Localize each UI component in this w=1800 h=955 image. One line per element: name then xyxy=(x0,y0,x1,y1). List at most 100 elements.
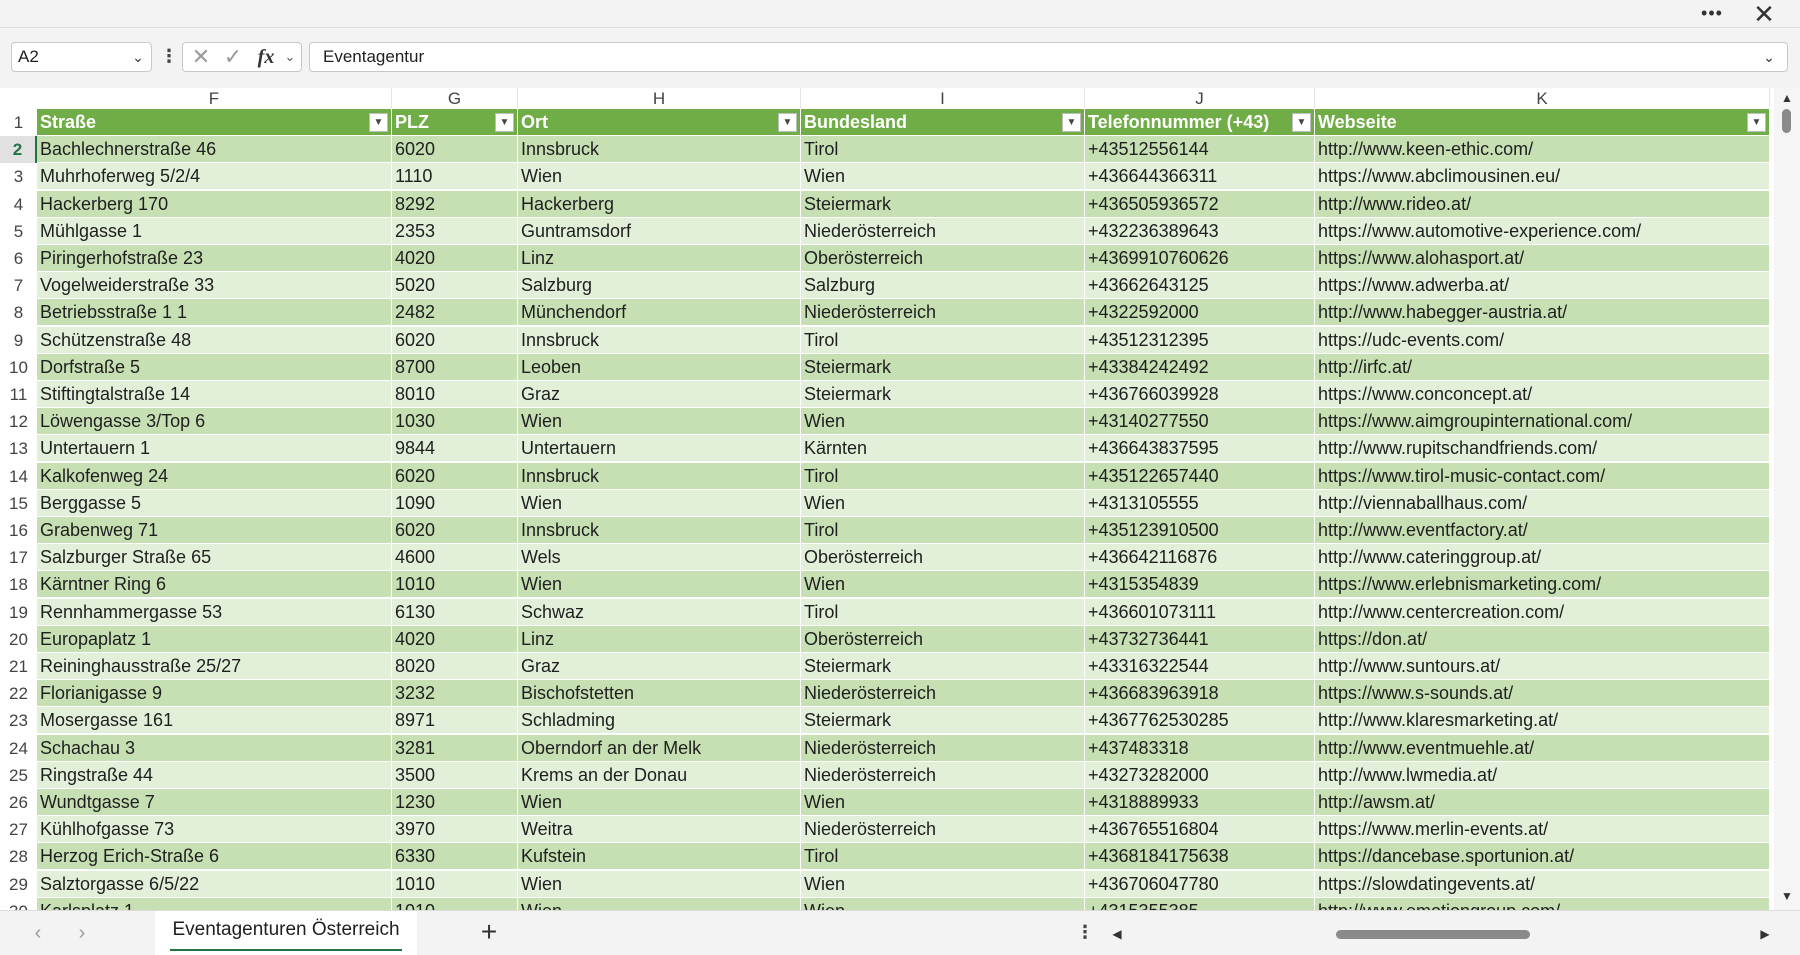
row-number[interactable]: 6 xyxy=(0,245,37,272)
table-cell[interactable]: 8700 xyxy=(392,353,518,381)
table-cell[interactable]: Stiftingtalstraße 14 xyxy=(37,381,392,408)
scroll-up-icon[interactable]: ▲ xyxy=(1778,90,1796,106)
row-number[interactable]: 3 xyxy=(0,163,37,191)
row-number[interactable]: 4 xyxy=(0,190,37,218)
table-cell[interactable]: Wien xyxy=(801,489,1085,517)
table-cell[interactable]: https://udc-events.com/ xyxy=(1315,326,1770,354)
table-cell[interactable]: Guntramsdorf xyxy=(518,217,801,245)
table-cell[interactable]: Tirol xyxy=(801,598,1085,626)
table-header-cell[interactable]: Ort ▼ xyxy=(518,109,801,136)
table-cell[interactable]: Hackerberg xyxy=(518,190,801,218)
table-cell[interactable]: Niederösterreich xyxy=(801,816,1085,844)
table-cell[interactable]: Linz xyxy=(518,625,801,653)
table-cell[interactable]: +437483318 xyxy=(1085,734,1315,762)
table-cell[interactable]: https://www.aimgroupinternational.com/ xyxy=(1315,408,1770,436)
table-cell[interactable]: 1230 xyxy=(392,789,518,816)
table-cell[interactable]: Oberösterreich xyxy=(801,544,1085,572)
table-cell[interactable]: +435122657440 xyxy=(1085,462,1315,490)
table-cell[interactable]: Bachlechnerstraße 46 xyxy=(37,136,392,164)
vertical-scroll-thumb[interactable] xyxy=(1782,109,1791,133)
table-cell[interactable]: http://www.centercreation.com/ xyxy=(1315,598,1770,626)
table-cell[interactable]: https://www.adwerba.at/ xyxy=(1315,272,1770,300)
horizontal-scrollbar[interactable]: ◀ ▶ xyxy=(1108,921,1776,947)
row-number[interactable]: 1 xyxy=(0,109,37,136)
table-cell[interactable]: https://www.automotive-experience.com/ xyxy=(1315,217,1770,245)
table-cell[interactable]: 4600 xyxy=(392,544,518,572)
filter-dropdown-icon[interactable]: ▼ xyxy=(1062,113,1081,132)
table-cell[interactable]: +436601073111 xyxy=(1085,598,1315,626)
table-cell[interactable]: Mühlgasse 1 xyxy=(37,217,392,245)
table-cell[interactable]: Wels xyxy=(518,544,801,572)
check-icon[interactable]: ✓ xyxy=(220,43,246,71)
table-cell[interactable]: https://slowdatingevents.at/ xyxy=(1315,870,1770,898)
row-number[interactable]: 14 xyxy=(0,462,37,490)
row-number[interactable]: 22 xyxy=(0,680,37,708)
formula-input[interactable]: Eventagentur ⌄ xyxy=(309,42,1788,72)
table-cell[interactable]: +4322592000 xyxy=(1085,299,1315,327)
column-header-j[interactable]: J xyxy=(1085,88,1315,109)
table-cell[interactable]: +43384242492 xyxy=(1085,353,1315,381)
table-cell[interactable]: +436766039928 xyxy=(1085,381,1315,408)
table-cell[interactable]: 2482 xyxy=(392,299,518,327)
table-cell[interactable]: 6020 xyxy=(392,517,518,544)
table-cell[interactable]: Muhrhoferweg 5/2/4 xyxy=(37,163,392,191)
table-cell[interactable]: Schachau 3 xyxy=(37,734,392,762)
table-cell[interactable]: Hackerberg 170 xyxy=(37,190,392,218)
table-cell[interactable]: Tirol xyxy=(801,843,1085,871)
filter-dropdown-icon[interactable]: ▼ xyxy=(1292,113,1311,132)
table-cell[interactable]: Wien xyxy=(801,163,1085,191)
table-cell[interactable]: Leoben xyxy=(518,353,801,381)
table-header-cell[interactable]: Bundesland ▼ xyxy=(801,109,1085,136)
row-number[interactable]: 26 xyxy=(0,789,37,816)
table-cell[interactable]: Mosergasse 161 xyxy=(37,707,392,735)
table-cell[interactable]: 2353 xyxy=(392,217,518,245)
table-header-cell[interactable]: Telefonnummer (+43) ▼ xyxy=(1085,109,1315,136)
table-cell[interactable]: http://www.suntours.at/ xyxy=(1315,653,1770,680)
table-cell[interactable]: 1110 xyxy=(392,163,518,191)
table-cell[interactable]: http://www.emotiongroup.com/ xyxy=(1315,897,1770,910)
table-cell[interactable]: 3281 xyxy=(392,734,518,762)
table-cell[interactable]: Linz xyxy=(518,245,801,272)
table-cell[interactable]: Wien xyxy=(801,571,1085,599)
table-cell[interactable]: Salztorgasse 6/5/22 xyxy=(37,870,392,898)
table-cell[interactable]: Oberösterreich xyxy=(801,625,1085,653)
chevron-down-icon[interactable]: ⌄ xyxy=(281,43,299,71)
table-cell[interactable]: +436644366311 xyxy=(1085,163,1315,191)
cancel-icon[interactable]: ✕ xyxy=(188,43,214,71)
table-cell[interactable]: Tirol xyxy=(801,462,1085,490)
row-number[interactable]: 2 xyxy=(0,136,37,164)
row-number[interactable]: 13 xyxy=(0,435,37,463)
table-cell[interactable]: 1030 xyxy=(392,408,518,436)
row-number[interactable]: 25 xyxy=(0,761,37,789)
table-cell[interactable]: Rennhammergasse 53 xyxy=(37,598,392,626)
scroll-left-icon[interactable]: ◀ xyxy=(1108,925,1126,943)
table-cell[interactable]: +4315355385 xyxy=(1085,897,1315,910)
row-number[interactable]: 30 xyxy=(0,897,37,910)
row-number[interactable]: 18 xyxy=(0,571,37,599)
table-cell[interactable]: Schützenstraße 48 xyxy=(37,326,392,354)
more-options-icon[interactable]: ••• xyxy=(1696,1,1728,27)
table-cell[interactable]: https://www.abclimousinen.eu/ xyxy=(1315,163,1770,191)
table-cell[interactable]: Tirol xyxy=(801,136,1085,164)
row-number[interactable]: 5 xyxy=(0,217,37,245)
table-cell[interactable]: +43732736441 xyxy=(1085,625,1315,653)
table-cell[interactable]: +436765516804 xyxy=(1085,816,1315,844)
row-number[interactable]: 19 xyxy=(0,598,37,626)
chevron-left-icon[interactable]: ‹ xyxy=(24,919,52,947)
table-cell[interactable]: https://www.tirol-music-contact.com/ xyxy=(1315,462,1770,490)
table-cell[interactable]: +4369910760626 xyxy=(1085,245,1315,272)
table-cell[interactable]: https://www.s-sounds.at/ xyxy=(1315,680,1770,708)
table-cell[interactable]: +432236389643 xyxy=(1085,217,1315,245)
table-cell[interactable]: Wien xyxy=(518,897,801,910)
vertical-scrollbar[interactable]: ▲ ▼ xyxy=(1774,88,1800,910)
row-number[interactable]: 15 xyxy=(0,489,37,517)
table-cell[interactable]: Steiermark xyxy=(801,707,1085,735)
table-cell[interactable]: Niederösterreich xyxy=(801,217,1085,245)
table-cell[interactable]: +4318889933 xyxy=(1085,789,1315,816)
table-cell[interactable]: Betriebsstraße 1 1 xyxy=(37,299,392,327)
table-cell[interactable]: +43316322544 xyxy=(1085,653,1315,680)
expand-formula-bar-icon[interactable]: ⌄ xyxy=(1759,43,1779,71)
table-cell[interactable]: +436643837595 xyxy=(1085,435,1315,463)
row-number[interactable]: 17 xyxy=(0,544,37,572)
table-cell[interactable]: Piringerhofstraße 23 xyxy=(37,245,392,272)
